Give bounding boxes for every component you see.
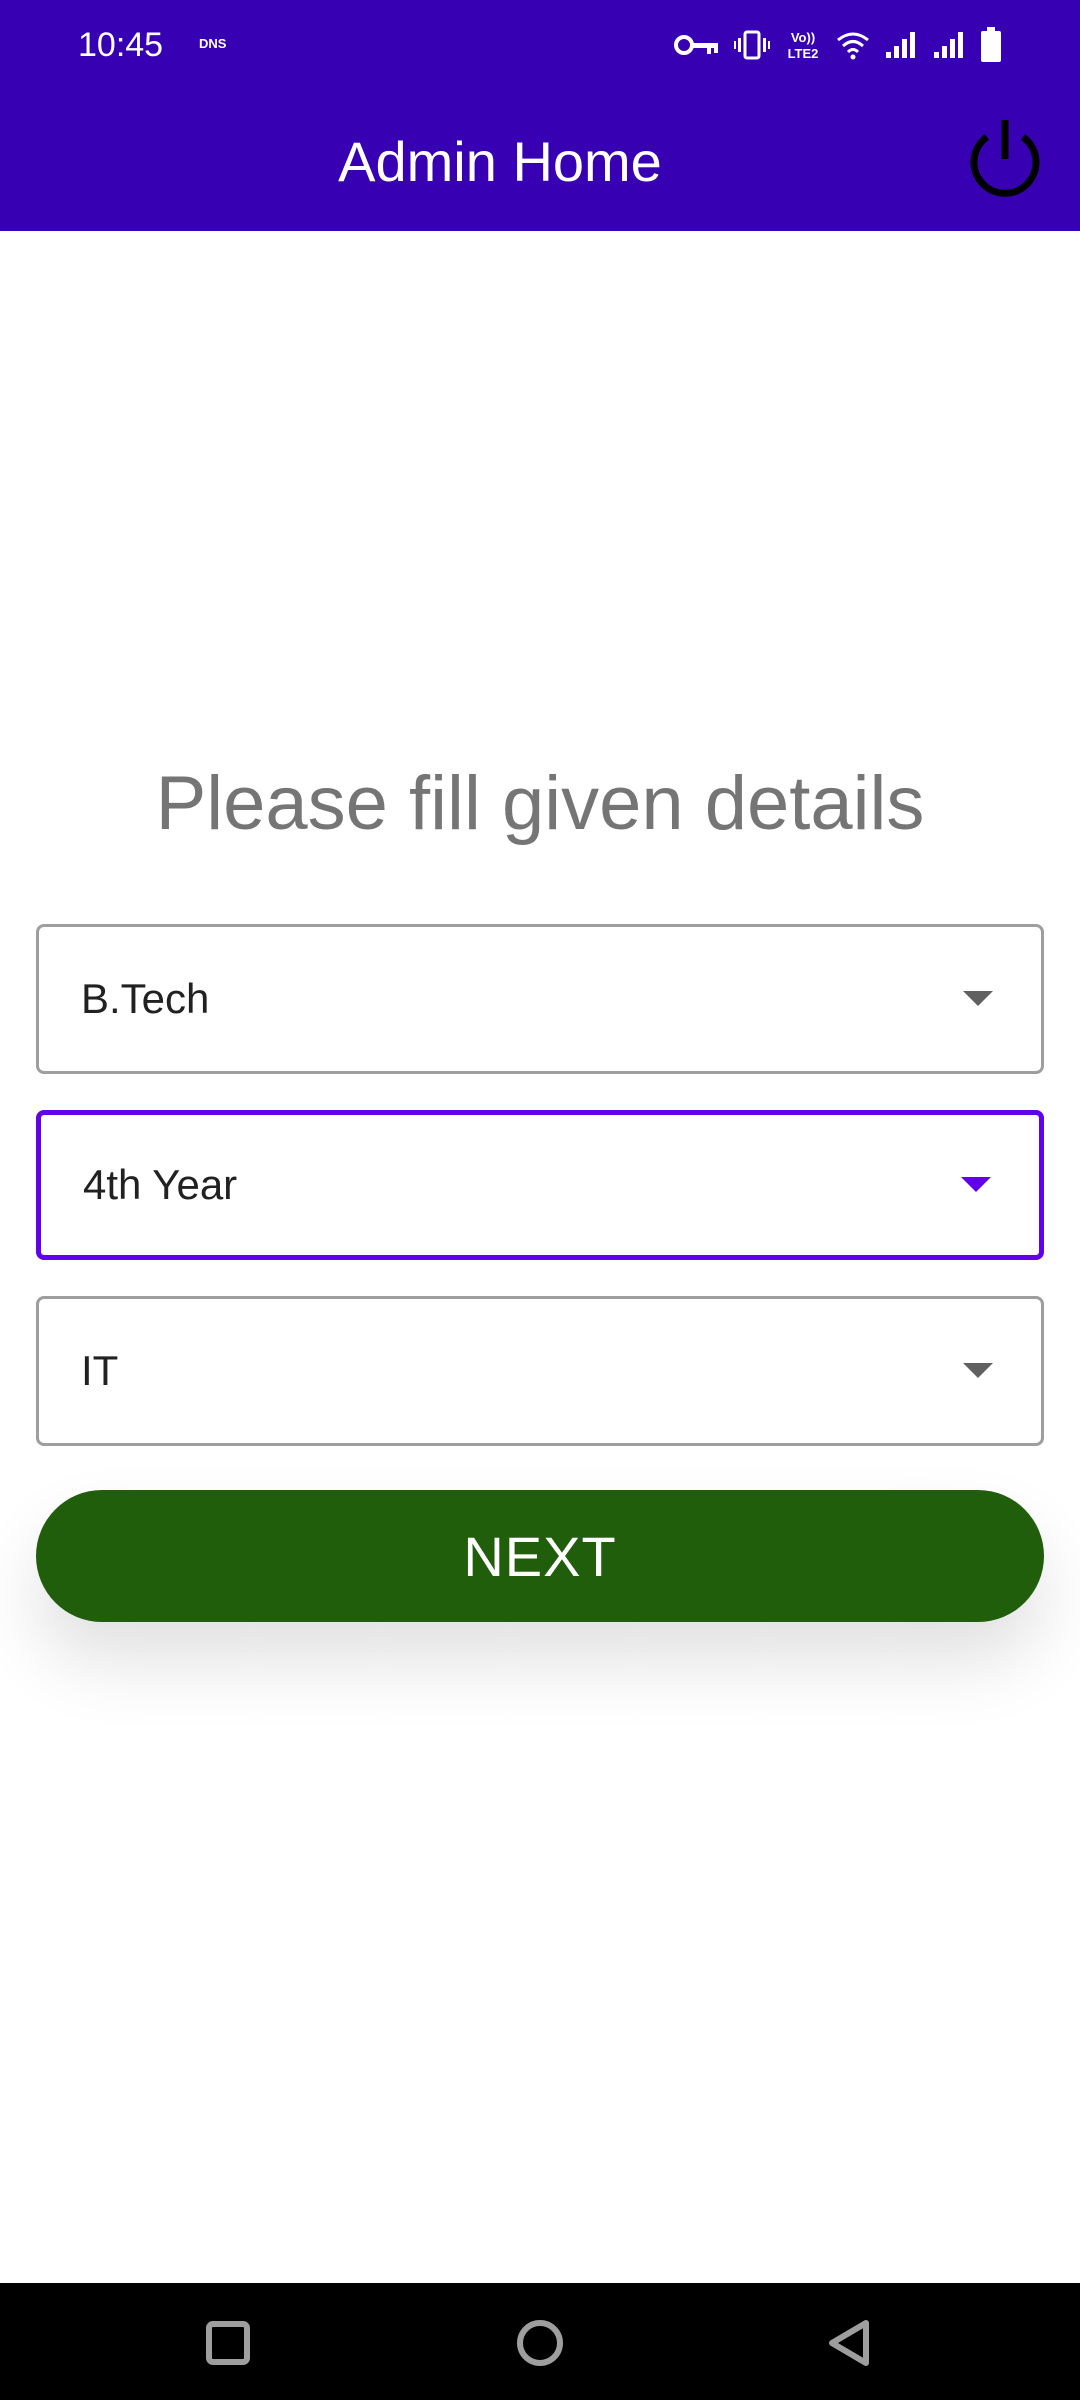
next-button[interactable]: NEXT bbox=[36, 1490, 1044, 1622]
dropdown-arrow-icon bbox=[961, 1177, 991, 1192]
status-time: 10:45 bbox=[78, 26, 164, 64]
form-heading: Please fill given details bbox=[155, 761, 925, 846]
year-dropdown-value: 4th Year bbox=[83, 1161, 238, 1208]
power-icon[interactable] bbox=[962, 115, 1048, 201]
status-icons: Vo)) LTE2 bbox=[674, 24, 1002, 66]
course-dropdown[interactable]: B.Tech bbox=[36, 924, 1044, 1074]
back-button[interactable] bbox=[810, 2303, 890, 2383]
wifi-icon bbox=[836, 30, 870, 60]
branch-dropdown[interactable]: IT bbox=[36, 1296, 1044, 1446]
system-nav-bar bbox=[0, 2283, 1080, 2400]
volte-lte2-icon: Vo)) LTE2 bbox=[784, 29, 822, 61]
signal-1-icon bbox=[884, 30, 918, 60]
battery-icon bbox=[980, 27, 1002, 63]
back-triangle-icon[interactable] bbox=[810, 2303, 890, 2383]
year-dropdown[interactable]: 4th Year bbox=[36, 1110, 1044, 1260]
dropdown-arrow-icon bbox=[963, 1363, 993, 1378]
recents-button[interactable] bbox=[188, 2303, 268, 2383]
logout-button[interactable] bbox=[962, 115, 1048, 201]
signal-2-icon bbox=[932, 30, 966, 60]
lte2-text: LTE2 bbox=[788, 46, 819, 61]
branch-dropdown-value: IT bbox=[81, 1347, 119, 1394]
volte-text: Vo)) bbox=[791, 30, 815, 45]
home-circle-icon[interactable] bbox=[500, 2303, 580, 2383]
dropdown-arrow-icon bbox=[963, 991, 993, 1006]
home-button[interactable] bbox=[500, 2303, 580, 2383]
vibrate-icon bbox=[734, 30, 770, 60]
course-dropdown-value: B.Tech bbox=[81, 975, 210, 1022]
vpn-key-icon bbox=[674, 33, 720, 57]
app-bar: 10:45 DNS Vo)) LTE2 Admin Home bbox=[0, 0, 1080, 231]
page-title: Admin Home bbox=[338, 130, 662, 193]
recents-square-icon[interactable] bbox=[188, 2303, 268, 2383]
status-dns-label: DNS bbox=[199, 36, 227, 51]
